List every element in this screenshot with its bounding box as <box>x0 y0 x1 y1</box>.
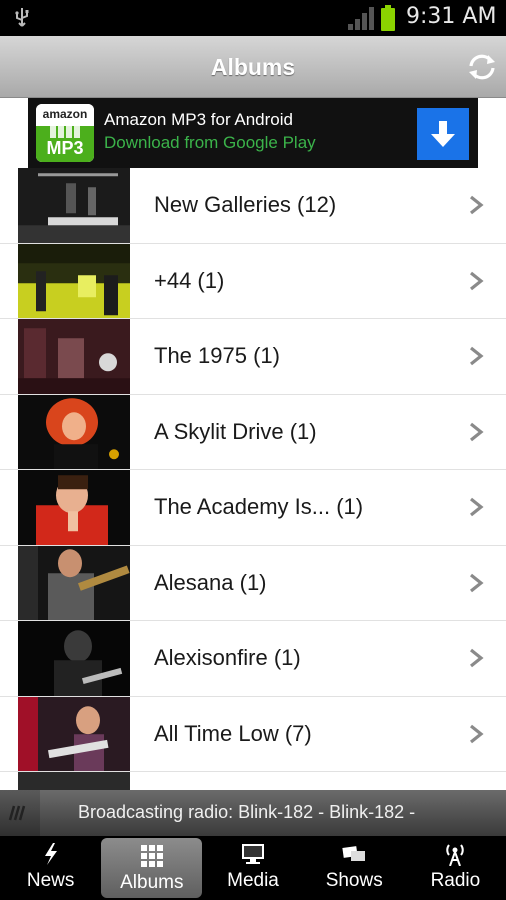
album-list: New Galleries (12) +44 (1) The 1975 (1) A S… <box>0 168 506 790</box>
album-row[interactable]: Alexisonfire (1) <box>0 621 506 697</box>
nav-item-label: Media <box>227 870 279 891</box>
nav-item-label: Shows <box>325 870 383 891</box>
album-thumbnail <box>18 394 130 469</box>
nav-item-label: Radio <box>430 870 481 891</box>
chevron-right-icon <box>468 271 484 291</box>
radio-waves-icon <box>8 805 26 821</box>
ad-subtitle: Download from Google Play <box>104 133 316 152</box>
album-thumbnail <box>18 621 130 696</box>
chevron-right-icon <box>468 497 484 517</box>
lightning-icon <box>44 843 57 865</box>
album-row[interactable]: All Time Low (7) <box>0 696 506 772</box>
tickets-icon <box>342 846 366 861</box>
nav-item-radio[interactable]: Radio <box>405 836 506 900</box>
album-label: Alesana (1) <box>154 569 267 595</box>
album-thumbnail <box>18 470 130 545</box>
chevron-right-icon <box>468 195 484 215</box>
album-row[interactable]: The 1975 (1) <box>0 319 506 395</box>
amazon-mp3-logo: amazon MP3 <box>36 104 94 162</box>
album-thumbnail <box>18 168 130 243</box>
nav-item-label: Albums <box>120 872 184 893</box>
broadcast-ticker[interactable]: Broadcasting radio: Blink-182 - Blink-18… <box>0 790 506 836</box>
chevron-right-icon <box>468 346 484 366</box>
chevron-right-icon <box>468 648 484 668</box>
equalizer-icon <box>50 126 80 138</box>
album-label: The 1975 (1) <box>154 343 280 369</box>
clock: 9:31 AM <box>406 4 497 29</box>
album-row[interactable]: Alesana (1) <box>0 545 506 621</box>
download-button[interactable] <box>417 108 469 160</box>
album-row[interactable]: +44 (1) <box>0 243 506 319</box>
album-label: New Galleries (12) <box>154 192 337 218</box>
album-label: The Academy Is... (1) <box>154 494 364 520</box>
signal-icon <box>348 7 374 30</box>
nav-item-label: News <box>26 870 75 891</box>
antenna-icon <box>446 844 465 866</box>
bottom-nav: News Albums Media Shows Radio <box>0 836 506 900</box>
nav-item-shows[interactable]: Shows <box>304 836 405 900</box>
battery-icon <box>381 5 395 31</box>
chevron-right-icon <box>468 422 484 442</box>
ticker-text: Broadcasting radio: Blink-182 - Blink-18… <box>78 802 416 822</box>
nav-item-news[interactable]: News <box>0 836 101 900</box>
ad-banner[interactable]: amazon MP3 Amazon MP3 for Android Downlo… <box>28 98 478 168</box>
refresh-icon[interactable] <box>466 52 498 82</box>
monitor-icon <box>242 844 264 864</box>
page-title: Albums <box>210 54 296 80</box>
title-bar: Albums <box>0 36 506 98</box>
album-thumbnail <box>18 696 130 771</box>
chevron-right-icon <box>468 573 484 593</box>
album-label: +44 (1) <box>154 267 225 293</box>
album-thumbnail <box>18 545 130 620</box>
album-thumbnail <box>18 319 130 394</box>
grid-icon <box>140 845 163 867</box>
ad-title: Amazon MP3 for Android <box>104 110 293 129</box>
album-thumbnail <box>18 243 130 318</box>
album-row[interactable]: A Skylit Drive (1) <box>0 394 506 470</box>
album-row[interactable]: New Galleries (12) <box>0 168 506 244</box>
download-arrow-icon <box>431 121 455 147</box>
album-thumbnail <box>18 772 130 790</box>
nav-item-media[interactable]: Media <box>202 836 303 900</box>
album-row[interactable]: The Academy Is... (1) <box>0 470 506 546</box>
usb-icon <box>15 8 29 27</box>
ticker-handle[interactable] <box>0 790 40 836</box>
logo-amazon-text: amazon <box>36 104 94 126</box>
album-label: All Time Low (7) <box>154 720 312 746</box>
chevron-right-icon <box>468 724 484 744</box>
album-row-partial[interactable] <box>0 772 506 790</box>
album-label: A Skylit Drive (1) <box>154 418 317 444</box>
album-label: Alexisonfire (1) <box>154 645 301 671</box>
status-bar: 9:31 AM <box>0 0 506 36</box>
nav-item-albums[interactable]: Albums <box>101 838 203 898</box>
